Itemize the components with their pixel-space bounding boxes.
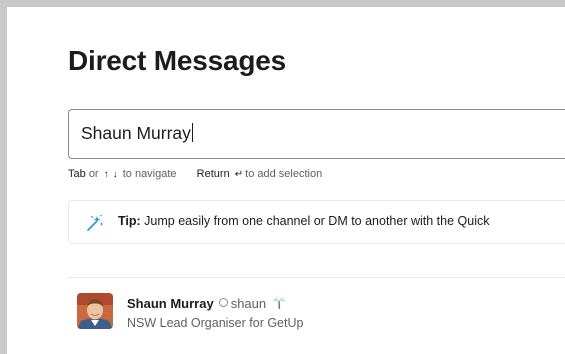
- hint-or: or: [88, 168, 99, 180]
- presence-away-icon: [218, 298, 228, 307]
- up-arrow-icon: ↑: [103, 169, 109, 180]
- result-name: Shaun Murray: [127, 296, 214, 311]
- text-caret: [191, 123, 193, 142]
- hint-navigate: to navigate: [122, 168, 177, 180]
- palm-tree-icon: [273, 297, 286, 310]
- results-divider: [68, 277, 565, 278]
- search-value-text: Shaun Murray: [81, 123, 191, 143]
- search-input[interactable]: Shaun Murray: [68, 109, 565, 159]
- tip-label: Tip:: [118, 214, 141, 228]
- return-icon: ↵: [234, 169, 244, 180]
- dm-panel: Direct Messages Shaun Murray Tab or ↑ ↓ t…: [7, 7, 565, 354]
- tip-text: Tip: Jump easily from one channel or DM …: [118, 214, 489, 228]
- down-arrow-icon: ↓: [112, 169, 118, 180]
- sparkle-wand-icon: [87, 214, 104, 231]
- list-item[interactable]: Shaun Murray shaun NSW Lead Organiser for…: [68, 287, 565, 337]
- tab-key-label: Tab: [68, 168, 86, 180]
- page-title: Direct Messages: [68, 45, 287, 76]
- tip-banner: Tip: Jump easily from one channel or DM …: [68, 200, 565, 244]
- result-header: Shaun Murray shaun: [127, 296, 286, 311]
- return-key-label: Return: [196, 168, 230, 180]
- tip-message: Jump easily from one channel or DM to an…: [144, 214, 490, 228]
- result-username: shaun: [230, 296, 267, 311]
- keyboard-hint: Tab or ↑ ↓ to navigate Return ↵ to add sel…: [68, 168, 322, 180]
- search-input-value[interactable]: Shaun Murray: [81, 123, 193, 144]
- result-title: NSW Lead Organiser for GetUp: [127, 316, 304, 330]
- hint-add-selection: to add selection: [245, 168, 323, 180]
- avatar: [77, 293, 113, 329]
